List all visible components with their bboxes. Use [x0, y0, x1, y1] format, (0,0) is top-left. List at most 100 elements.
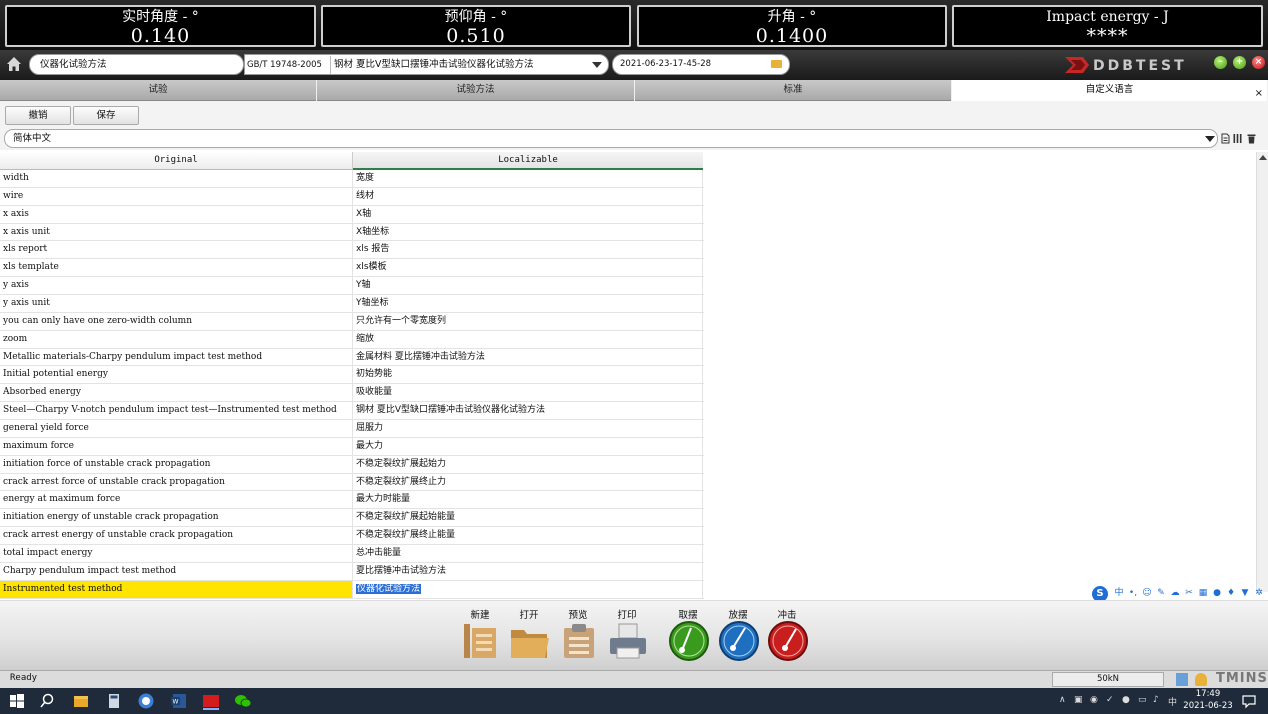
original-cell[interactable]: width [0, 170, 353, 187]
table-row[interactable]: zoom 缩放 [0, 330, 704, 349]
original-cell[interactable]: Charpy pendulum impact test method [0, 562, 353, 580]
original-cell[interactable]: energy at maximum force [0, 491, 353, 509]
table-row[interactable]: Steel—Charpy V-notch pendulum impact tes… [0, 402, 704, 421]
localizable-cell[interactable]: 宽度 [353, 170, 703, 187]
localizable-cell[interactable]: 不稳定裂纹扩展终止力 [353, 473, 703, 491]
column-header-localizable[interactable]: Localizable [353, 152, 703, 170]
original-cell[interactable]: Metallic materials-Charpy pendulum impac… [0, 348, 353, 366]
printer-icon[interactable] [607, 620, 649, 662]
user-icon[interactable]: ● [1212, 588, 1222, 599]
localizable-cell[interactable]: 夏比摆锤冲击试验方法 [353, 562, 703, 580]
chevron-down-icon[interactable] [592, 62, 602, 68]
localizable-cell[interactable]: 钢材 夏比V型缺口摆锤冲击试验仪器化试验方法 [353, 402, 703, 420]
word-icon[interactable]: W [170, 692, 188, 710]
test-software-icon[interactable] [202, 692, 220, 710]
original-cell[interactable]: general yield force [0, 420, 353, 437]
tab-test-method[interactable]: 试验方法 [317, 80, 635, 101]
preview-clipboard-icon[interactable] [558, 620, 600, 662]
maximize-button[interactable]: + [1233, 56, 1246, 69]
scissors-icon[interactable]: ✂ [1184, 588, 1194, 599]
table-row[interactable]: x axis X轴 [0, 205, 704, 224]
table-row[interactable]: y axis unit Y轴坐标 [0, 295, 704, 313]
tab-standard[interactable]: 标准 [635, 80, 952, 101]
localizable-cell[interactable]: 金属材料 夏比摆锤冲击试验方法 [353, 348, 703, 366]
original-cell[interactable]: xls report [0, 241, 353, 259]
original-cell[interactable]: maximum force [0, 437, 353, 455]
original-cell[interactable]: Initial potential energy [0, 366, 353, 384]
localizable-cell[interactable]: 初始势能 [353, 366, 703, 384]
localizable-cell[interactable]: xls 报告 [353, 241, 703, 259]
column-header-original[interactable]: Original [0, 152, 353, 170]
table-row[interactable]: Absorbed energy 吸收能量 [0, 384, 704, 403]
home-icon[interactable] [6, 56, 22, 72]
tray-network-icon[interactable]: ▭ [1138, 695, 1147, 705]
original-cell[interactable]: x axis [0, 205, 353, 223]
ime-settings-icon[interactable]: ✲ [1254, 588, 1264, 599]
localizable-cell[interactable]: Y轴坐标 [353, 295, 703, 312]
punctuation-icon[interactable]: •, [1128, 588, 1138, 599]
emoji-icon[interactable]: ☺ [1142, 588, 1152, 599]
localizable-cell[interactable]: 仪器化试验方法 [353, 580, 703, 598]
table-row[interactable]: initiation force of unstable crack propa… [0, 455, 704, 474]
localizable-cell[interactable]: X轴坐标 [353, 223, 703, 241]
tray-app-icon[interactable]: ◉ [1090, 695, 1098, 705]
tray-wechat-icon[interactable]: ● [1122, 695, 1130, 705]
original-cell[interactable]: crack arrest energy of unstable crack pr… [0, 527, 353, 545]
standard-select[interactable]: GB/T 19748-2005 钢材 夏比V型缺口摆锤冲击试验仪器化试验方法 [244, 54, 609, 75]
impact-icon[interactable] [767, 620, 809, 662]
localizable-cell[interactable]: 不稳定裂纹扩展起始力 [353, 455, 703, 473]
tab-custom-language[interactable]: 自定义语言 × [952, 80, 1268, 101]
localizable-cell[interactable]: 缩放 [353, 330, 703, 348]
user-icon[interactable] [1195, 673, 1207, 686]
file-explorer-icon[interactable] [72, 692, 90, 710]
table-row[interactable]: x axis unit X轴坐标 [0, 223, 704, 242]
cloud-icon[interactable]: ☁ [1170, 588, 1180, 599]
localizable-cell[interactable]: 屈服力 [353, 420, 703, 437]
open-folder-icon[interactable] [509, 620, 551, 662]
tray-check-icon[interactable]: ✓ [1106, 695, 1114, 705]
clock-time[interactable]: 17:49 [1190, 689, 1226, 699]
original-cell[interactable]: y axis unit [0, 295, 353, 312]
table-row[interactable]: Instrumented test method 仪器化试验方法 [0, 580, 704, 599]
language-select[interactable]: 简体中文 [4, 129, 1218, 148]
original-cell[interactable]: Steel—Charpy V-notch pendulum impact tes… [0, 402, 353, 420]
new-document-icon[interactable] [460, 620, 502, 662]
localizable-cell[interactable]: 不稳定裂纹扩展起始能量 [353, 509, 703, 527]
tab-test[interactable]: 试验 [0, 80, 317, 101]
windows-start-icon[interactable] [8, 692, 26, 710]
table-row[interactable]: maximum force 最大力 [0, 437, 704, 456]
minimize-button[interactable]: – [1214, 56, 1227, 69]
search-icon[interactable] [38, 692, 56, 710]
localizable-cell[interactable]: 总冲击能量 [353, 545, 703, 562]
document-icon[interactable] [1221, 133, 1230, 144]
scroll-up-icon[interactable] [1259, 155, 1267, 160]
table-row[interactable]: initiation energy of unstable crack prop… [0, 509, 704, 528]
calculator-app-icon[interactable] [105, 692, 123, 710]
localizable-cell[interactable]: X轴 [353, 205, 703, 223]
table-row[interactable]: you can only have one zero-width column 只… [0, 312, 704, 331]
original-cell[interactable]: Absorbed energy [0, 384, 353, 402]
wechat-icon[interactable] [234, 692, 252, 710]
localizable-cell[interactable]: 不稳定裂纹扩展终止能量 [353, 527, 703, 545]
input-method-indicator[interactable]: 中 [1168, 695, 1177, 708]
original-cell[interactable]: wire [0, 187, 353, 205]
localizable-cell[interactable]: 最大力 [353, 437, 703, 455]
release-pendulum-icon[interactable] [718, 620, 760, 662]
tray-app-icon[interactable]: ▣ [1074, 695, 1083, 705]
vertical-scrollbar[interactable] [1256, 152, 1268, 592]
browser-icon[interactable] [137, 692, 155, 710]
table-row[interactable]: y axis Y轴 [0, 277, 704, 296]
handwriting-icon[interactable]: ✎ [1156, 588, 1166, 599]
localizable-cell[interactable]: 最大力时能量 [353, 491, 703, 509]
original-cell[interactable]: you can only have one zero-width column [0, 312, 353, 330]
original-cell[interactable]: y axis [0, 277, 353, 295]
skin-icon[interactable]: ♦ [1226, 588, 1236, 599]
notification-icon[interactable] [1240, 692, 1258, 710]
table-row[interactable]: Metallic materials-Charpy pendulum impac… [0, 348, 704, 367]
table-row[interactable]: Initial potential energy 初始势能 [0, 366, 704, 385]
method-name-field[interactable]: 仪器化试验方法 [29, 54, 244, 75]
column-settings-icon[interactable] [1233, 133, 1242, 144]
table-row[interactable]: xls template xls模板 [0, 259, 704, 278]
table-row[interactable]: crack arrest energy of unstable crack pr… [0, 527, 704, 546]
table-row[interactable]: general yield force 屈服力 [0, 420, 704, 438]
